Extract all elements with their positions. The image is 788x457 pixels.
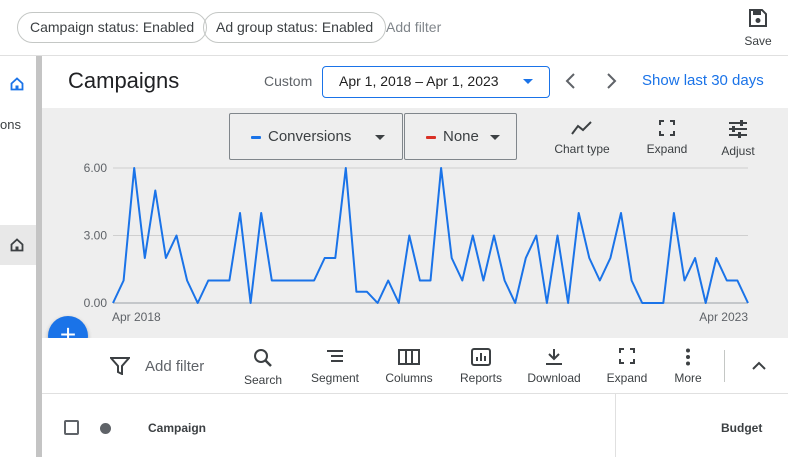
- page-title: Campaigns: [68, 68, 180, 93]
- home-icon: [10, 238, 24, 252]
- segment-icon: [327, 350, 343, 362]
- columns-label: Columns: [385, 371, 433, 385]
- x-tick-label: Apr 2023: [699, 310, 748, 324]
- table-header: Campaign Budget: [42, 394, 788, 457]
- chevron-down-icon: [523, 79, 533, 84]
- table-toolbar: Add filter Search Segment Columns Report…: [42, 338, 788, 394]
- column-divider: [615, 394, 616, 457]
- search-button[interactable]: Search: [238, 348, 288, 387]
- metric-1-swatch: [251, 136, 261, 139]
- expand-icon: [659, 120, 675, 136]
- chart-adjust-button[interactable]: Adjust: [713, 120, 763, 158]
- add-filter-link[interactable]: Add filter: [386, 19, 441, 35]
- metric-2-swatch: [426, 136, 436, 139]
- nav-item-label[interactable]: ons: [0, 117, 21, 132]
- reports-icon: [471, 348, 491, 366]
- y-tick-label: 0.00: [84, 296, 108, 310]
- x-tick-label: Apr 2018: [112, 310, 161, 324]
- chevron-up-icon[interactable]: [750, 358, 768, 372]
- ad-group-status-chip[interactable]: Ad group status: Enabled: [203, 12, 387, 43]
- select-all-checkbox[interactable]: [64, 420, 79, 435]
- more-vert-icon: [686, 348, 690, 366]
- columns-button[interactable]: Columns: [379, 348, 439, 385]
- date-range-value: Apr 1, 2018 – Apr 1, 2023: [339, 73, 499, 89]
- more-label: More: [674, 371, 702, 385]
- status-column-icon[interactable]: [100, 423, 111, 434]
- home-icon[interactable]: [10, 77, 24, 91]
- more-button[interactable]: More: [668, 348, 708, 385]
- download-icon: [546, 349, 562, 365]
- save-icon: [749, 9, 767, 27]
- chevron-down-icon: [375, 135, 385, 140]
- save-button[interactable]: Save: [738, 8, 778, 52]
- tune-icon: [729, 120, 747, 138]
- metric-2-label: None: [443, 128, 479, 145]
- chart-adjust-label: Adjust: [721, 144, 755, 158]
- metric-2-dropdown[interactable]: None: [404, 113, 517, 160]
- chevron-right-icon[interactable]: [604, 72, 618, 90]
- search-icon: [254, 349, 272, 367]
- y-tick-label: 6.00: [84, 161, 108, 175]
- columns-icon: [398, 349, 420, 365]
- chart-area: 0.00 3.00 6.00 Apr 2018 Apr 2023 Conversions…: [42, 108, 788, 338]
- segment-label: Segment: [310, 371, 360, 385]
- date-range-picker[interactable]: Apr 1, 2018 – Apr 1, 2023: [322, 66, 550, 98]
- chart-expand-button[interactable]: Expand: [637, 120, 697, 156]
- chart-expand-label: Expand: [646, 142, 688, 156]
- campaign-column-header[interactable]: Campaign: [148, 421, 206, 435]
- download-button[interactable]: Download: [521, 348, 587, 385]
- chevron-down-icon: [490, 135, 500, 140]
- toolbar-divider: [724, 350, 725, 382]
- expand-icon: [619, 348, 635, 364]
- filter-icon[interactable]: [110, 357, 130, 375]
- page-header: Campaigns Custom Apr 1, 2018 – Apr 1, 20…: [42, 56, 788, 108]
- chart-type-button[interactable]: Chart type: [547, 120, 617, 156]
- reports-button[interactable]: Reports: [451, 348, 511, 385]
- segment-button[interactable]: Segment: [305, 348, 365, 385]
- search-label: Search: [243, 373, 283, 387]
- chevron-left-icon[interactable]: [564, 72, 578, 90]
- filter-bar: Campaign status: Enabled Ad group status…: [0, 0, 788, 56]
- add-filter-input[interactable]: Add filter: [145, 358, 204, 375]
- campaign-status-chip[interactable]: Campaign status: Enabled: [17, 12, 208, 43]
- chart-type-label: Chart type: [554, 142, 610, 156]
- y-tick-label: 3.00: [84, 229, 108, 243]
- budget-column-header[interactable]: Budget: [721, 421, 762, 435]
- download-label: Download: [527, 371, 581, 385]
- save-label: Save: [744, 34, 772, 48]
- nav-item-selected[interactable]: [0, 225, 36, 265]
- date-range-label: Custom: [264, 73, 313, 89]
- metric-1-dropdown[interactable]: Conversions: [229, 113, 403, 160]
- show-last-30-days-link[interactable]: Show last 30 days: [642, 72, 764, 89]
- metric-1-label: Conversions: [268, 128, 352, 145]
- table-expand-button[interactable]: Expand: [602, 348, 652, 385]
- reports-label: Reports: [459, 371, 503, 385]
- line-chart-icon: [571, 121, 592, 135]
- table-expand-label: Expand: [606, 371, 648, 385]
